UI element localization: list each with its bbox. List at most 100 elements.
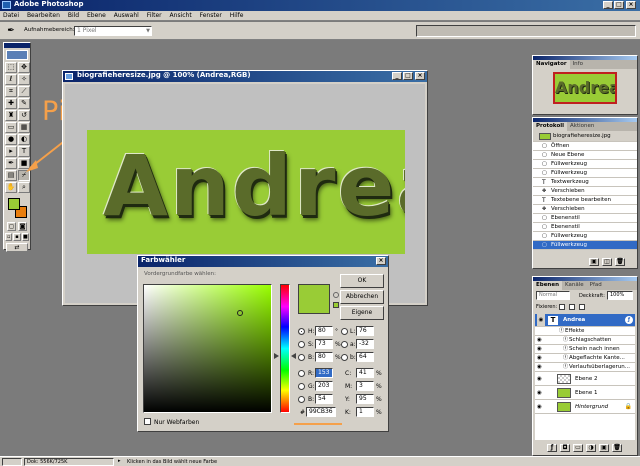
lock-image-checkbox[interactable]: [569, 304, 575, 310]
color-field[interactable]: [143, 284, 272, 413]
new-snapshot-icon[interactable]: ◫: [602, 258, 612, 266]
menu-item-select[interactable]: Auswahl: [114, 11, 139, 21]
l-field[interactable]: 76: [356, 326, 374, 336]
new-layer-icon[interactable]: ▣: [599, 444, 609, 452]
history-item[interactable]: ▢ Füllwerkzeug: [533, 232, 637, 241]
tab-info[interactable]: Info: [569, 60, 586, 69]
history-item[interactable]: ▢ Ebenenstil: [533, 214, 637, 223]
close-button[interactable]: ×: [626, 1, 636, 9]
layer-effects-icon[interactable]: ƒ: [625, 316, 633, 324]
brightness-radio[interactable]: [298, 354, 305, 361]
doc-info[interactable]: Dok: 556K/725K: [24, 458, 114, 466]
history-item[interactable]: ▢ Füllwerkzeug: [533, 169, 637, 178]
history-snapshot[interactable]: biografieheresize.jpg: [533, 131, 637, 142]
new-set-icon[interactable]: ▭: [573, 444, 583, 452]
history-item[interactable]: ▢ Öffnen: [533, 142, 637, 151]
toolbox-title-bar[interactable]: [4, 43, 30, 48]
marquee-tool-icon[interactable]: ⬚: [5, 62, 17, 73]
document-title-bar[interactable]: biografieheresize.jpg @ 100% (Andrea,RGB…: [63, 71, 427, 82]
web-colors-checkbox[interactable]: [144, 418, 151, 425]
lab-b-field[interactable]: 64: [356, 352, 374, 362]
tab-channels[interactable]: Kanäle: [562, 281, 587, 290]
quick-mask-icon[interactable]: ◙: [18, 222, 27, 231]
layer-row-ebene-2[interactable]: ◉ Ebene 2: [535, 372, 635, 386]
screen-mode-full-icon[interactable]: ■: [21, 233, 29, 241]
menu-item-window[interactable]: Fenster: [200, 11, 222, 21]
history-brush-tool-icon[interactable]: ↺: [18, 110, 30, 121]
layer-effect-drop-shadow[interactable]: ◉ ⓕ Schlagschatten: [535, 336, 635, 345]
menu-item-filter[interactable]: Filter: [147, 11, 162, 21]
crop-tool-icon[interactable]: ⌗: [5, 86, 17, 97]
cancel-button[interactable]: Abbrechen: [340, 290, 384, 304]
tab-layers[interactable]: Ebenen: [533, 281, 562, 290]
eraser-tool-icon[interactable]: ▭: [5, 122, 17, 133]
sample-size-select[interactable]: 1 Pixel ▼: [74, 26, 152, 36]
layer-row-ebene-1[interactable]: ◉ Ebene 1: [535, 386, 635, 400]
document-minimize-button[interactable]: _: [392, 72, 402, 80]
hue-slider[interactable]: [280, 284, 290, 413]
r-radio[interactable]: [298, 370, 305, 377]
a-radio[interactable]: [341, 341, 348, 348]
b-field[interactable]: 54: [315, 394, 333, 404]
menu-item-edit[interactable]: Bearbeiten: [27, 11, 60, 21]
a-field[interactable]: -32: [356, 339, 374, 349]
move-tool-icon[interactable]: ✥: [18, 62, 30, 73]
layer-row-background[interactable]: ◉ Hintergrund 🔒: [535, 400, 635, 414]
lab-b-radio[interactable]: [341, 354, 348, 361]
notes-tool-icon[interactable]: ▤: [5, 170, 17, 181]
k-field[interactable]: 1: [356, 407, 374, 417]
hue-slider-right-arrow[interactable]: [291, 353, 296, 359]
document-close-button[interactable]: ×: [415, 72, 425, 80]
menu-item-help[interactable]: Hilfe: [230, 11, 244, 21]
history-item[interactable]: T Textebene bearbeiten: [533, 196, 637, 205]
visibility-eye-icon[interactable]: ◉: [537, 386, 542, 399]
hex-field[interactable]: 99CB36: [306, 407, 336, 417]
screen-mode-standard-icon[interactable]: ▫: [5, 233, 13, 241]
g-field[interactable]: 203: [315, 381, 333, 391]
eyedropper-tool-preset-icon[interactable]: ✒: [4, 25, 18, 37]
g-radio[interactable]: [298, 383, 305, 390]
layer-effect-bevel[interactable]: ◉ ⓕ Abgeflachte Kante...: [535, 354, 635, 363]
menu-item-file[interactable]: Datei: [3, 11, 19, 21]
layer-effects-header[interactable]: ⓕ Effekte: [535, 327, 635, 336]
visibility-eye-icon[interactable]: ◉: [537, 400, 542, 413]
history-item[interactable]: T Textwerkzeug: [533, 178, 637, 187]
navigator-preview[interactable]: Andrea: [553, 72, 617, 104]
history-item-current[interactable]: ▢ Füllwerkzeug: [533, 241, 637, 250]
healing-brush-tool-icon[interactable]: ✚: [5, 98, 17, 109]
hue-slider-left-arrow[interactable]: [274, 353, 279, 359]
new-adjustment-layer-icon[interactable]: ◑: [586, 444, 596, 452]
maximize-button[interactable]: □: [614, 1, 624, 9]
ok-button[interactable]: OK: [340, 274, 384, 288]
blur-tool-icon[interactable]: ●: [5, 134, 17, 145]
tab-navigator[interactable]: Navigator: [533, 60, 570, 69]
new-document-from-state-icon[interactable]: ▣: [589, 258, 599, 266]
history-item[interactable]: ✥ Verschieben: [533, 205, 637, 214]
tab-history[interactable]: Protokoll: [533, 122, 567, 131]
m-field[interactable]: 3: [356, 381, 374, 391]
s-field[interactable]: 73: [315, 339, 333, 349]
layer-effect-inner-glow[interactable]: ◉ ⓕ Schein nach innen: [535, 345, 635, 354]
lock-transparency-checkbox[interactable]: [559, 304, 565, 310]
standard-mode-icon[interactable]: ◻: [7, 222, 16, 231]
h-radio[interactable]: [298, 328, 305, 335]
jump-to-imageready-icon[interactable]: ⇄: [6, 243, 28, 252]
brush-tool-icon[interactable]: ✎: [18, 98, 30, 109]
h-field[interactable]: 80: [315, 326, 333, 336]
web-safe-warning-icon[interactable]: [333, 292, 339, 298]
menu-item-view[interactable]: Ansicht: [170, 11, 192, 21]
add-layer-style-icon[interactable]: ƒ: [547, 444, 557, 452]
delete-state-icon[interactable]: 🗑: [615, 258, 625, 266]
canvas-image[interactable]: Andrea: [87, 130, 405, 254]
add-mask-icon[interactable]: ◘: [560, 444, 570, 452]
visibility-eye-icon[interactable]: ◉: [537, 336, 542, 344]
brightness-field[interactable]: 80: [315, 352, 333, 362]
lasso-tool-icon[interactable]: ℓ: [5, 74, 17, 85]
c-field[interactable]: 41: [356, 368, 374, 378]
blend-mode-select[interactable]: Normal: [536, 291, 570, 300]
visibility-eye-icon[interactable]: ◉: [537, 372, 542, 385]
history-item[interactable]: ▢ Neue Ebene: [533, 151, 637, 160]
menu-item-image[interactable]: Bild: [68, 11, 79, 21]
color-picker-close-button[interactable]: ×: [376, 257, 386, 265]
tab-paths[interactable]: Pfad: [586, 281, 605, 290]
